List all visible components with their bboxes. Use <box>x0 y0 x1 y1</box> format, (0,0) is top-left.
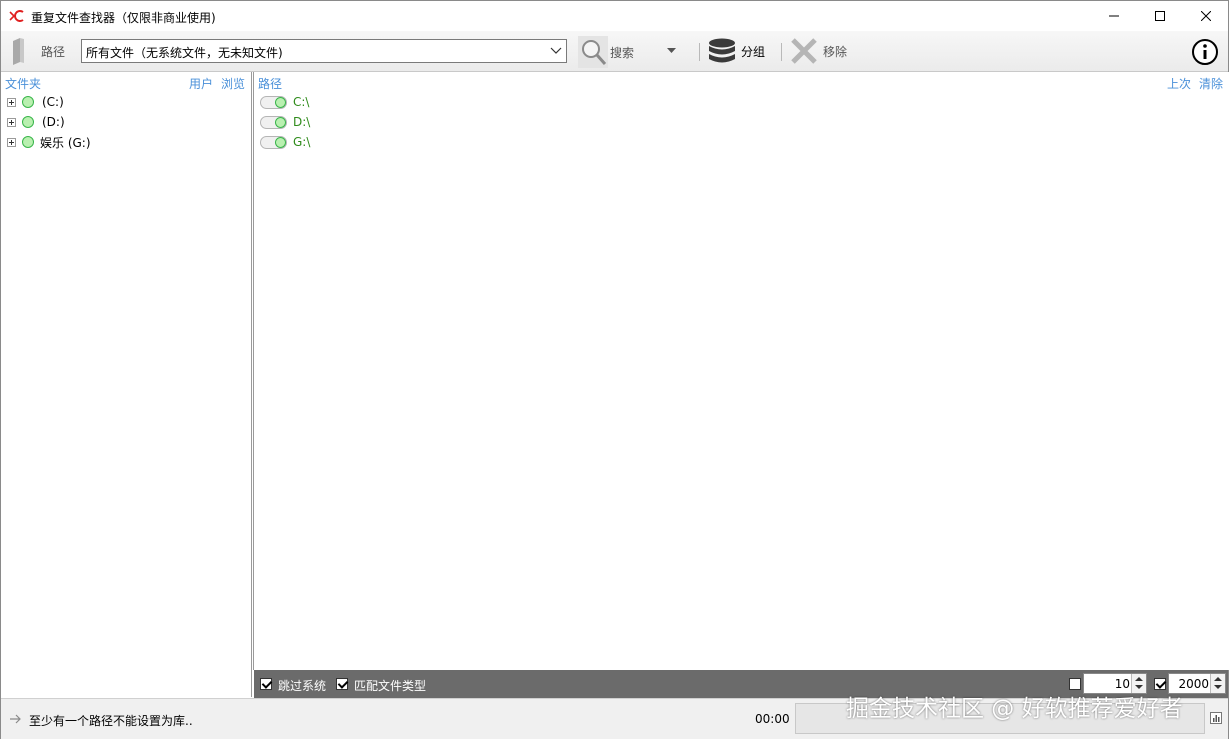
database-icon <box>709 38 735 63</box>
remove-button[interactable]: 移除 <box>790 38 847 64</box>
drive-status-icon <box>22 136 34 148</box>
expand-icon[interactable] <box>7 117 16 127</box>
path-panel-header: 路径 <box>258 77 283 91</box>
minimize-icon <box>1109 15 1119 17</box>
close-button[interactable] <box>1183 1 1229 31</box>
maximize-icon <box>1155 11 1165 21</box>
path-toggle[interactable] <box>260 115 287 129</box>
match-type-label: 匹配文件类型 <box>354 679 427 693</box>
search-icon <box>578 36 608 68</box>
toolbar-separator <box>699 43 700 61</box>
maximize-button[interactable] <box>1137 1 1183 31</box>
drive-tree-item[interactable]: (D:) <box>7 113 65 131</box>
file-filter-value: 所有文件（无系统文件，无未知文件) <box>86 46 283 60</box>
close-icon <box>1201 11 1211 21</box>
search-options-dropdown[interactable] <box>667 48 676 54</box>
path-list-item[interactable]: C:\ <box>260 93 309 111</box>
search-label: 搜索 <box>610 45 635 60</box>
max-size-value: 2000 <box>1178 677 1209 691</box>
drive-status-icon <box>22 116 34 128</box>
path-list-item[interactable]: G:\ <box>260 133 310 151</box>
browse-link[interactable]: 浏览 <box>221 75 245 92</box>
file-filter-dropdown[interactable]: 所有文件（无系统文件，无未知文件) <box>81 39 567 63</box>
path-panel: 路径 上次 清除 C:\ D:\ G:\ <box>253 72 1229 670</box>
path-toggle[interactable] <box>260 135 287 149</box>
arrow-right-icon <box>10 714 21 724</box>
watermark-text: 掘金技术社区 @ 好软推荐爱好者 <box>846 696 1183 722</box>
path-label: C:\ <box>293 95 310 109</box>
skip-system-label: 跳过系统 <box>278 679 327 693</box>
expand-icon[interactable] <box>7 97 16 107</box>
folder-panel-header: 文件夹 <box>5 77 42 91</box>
path-list-item[interactable]: D:\ <box>260 113 310 131</box>
clear-link[interactable]: 清除 <box>1199 75 1223 92</box>
drive-tree-item[interactable]: 娱乐 (G:) <box>7 133 91 151</box>
stats-icon[interactable] <box>1210 712 1222 724</box>
toolbar: 路径 所有文件（无系统文件，无未知文件) 搜索 分组 移除 <box>1 31 1228 72</box>
match-type-checkbox[interactable] <box>336 678 348 690</box>
folder-panel: 文件夹 用户 浏览 (C:) (D:) 娱乐 (G:) <box>1 72 252 697</box>
status-message: 至少有一个路径不能设置为库.. <box>29 714 193 728</box>
path-toggle[interactable] <box>260 95 287 109</box>
drive-label: (D:) <box>42 115 65 129</box>
last-link[interactable]: 上次 <box>1167 75 1191 92</box>
about-button[interactable] <box>1191 38 1219 66</box>
path-label: 路径 <box>41 44 66 59</box>
group-label: 分组 <box>741 44 766 59</box>
window-title: 重复文件查找器（仅限非商业使用) <box>31 11 216 25</box>
path-label: D:\ <box>293 115 311 129</box>
dropdown-arrow-icon <box>667 48 676 53</box>
info-icon <box>1192 39 1218 65</box>
drive-label: (C:) <box>42 95 64 109</box>
elapsed-time: 00:00 <box>755 712 790 726</box>
remove-label: 移除 <box>823 44 848 59</box>
minimize-button[interactable] <box>1091 1 1137 31</box>
chevron-down-icon <box>550 47 562 54</box>
path-label: G:\ <box>293 135 311 149</box>
app-window: 重复文件查找器（仅限非商业使用) 路径 所有文件（无系统文件，无未知文件) 搜索… <box>0 0 1229 739</box>
title-bar: 重复文件查找器（仅限非商业使用) <box>1 1 1228 31</box>
book-icon <box>13 38 24 65</box>
search-button[interactable]: 搜索 <box>578 36 634 68</box>
group-button[interactable]: 分组 <box>708 38 765 64</box>
toolbar-separator <box>781 43 782 61</box>
skip-system-checkbox[interactable] <box>260 678 272 690</box>
users-link[interactable]: 用户 <box>189 75 213 92</box>
path-button[interactable]: 路径 <box>11 37 65 65</box>
app-logo-icon <box>9 10 24 22</box>
spinner-arrows-icon[interactable] <box>1210 674 1225 693</box>
drive-tree-item[interactable]: (C:) <box>7 93 64 111</box>
drive-label: 娱乐 (G:) <box>40 135 91 150</box>
remove-x-icon <box>791 38 817 64</box>
drive-status-icon <box>22 96 34 108</box>
expand-icon[interactable] <box>7 137 16 147</box>
